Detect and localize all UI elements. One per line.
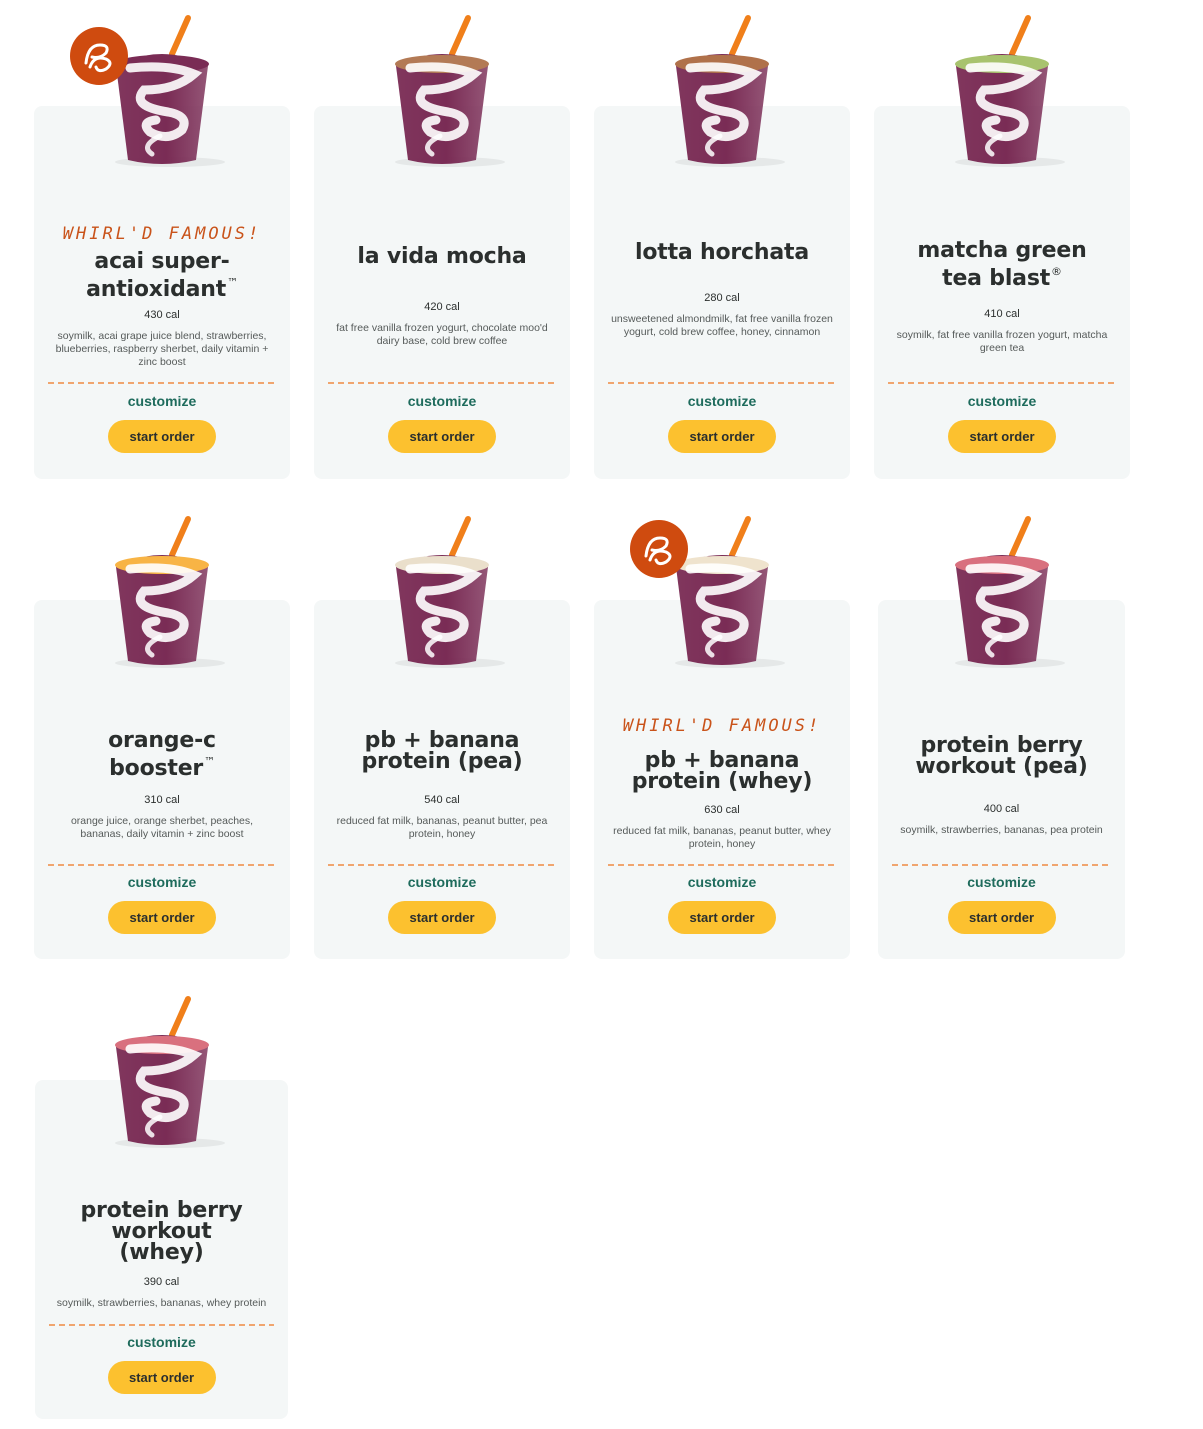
product-card: orange-c booster™ 310 cal orange juice, ora…	[34, 516, 290, 959]
dashed-divider	[892, 864, 1111, 866]
ingredients-text: soymilk, strawberries, bananas, whey pro…	[56, 1297, 267, 1309]
dashed-divider	[48, 382, 276, 384]
dashed-divider	[48, 864, 276, 866]
calorie-count: 390 cal	[143, 1276, 180, 1288]
product-card: la vida mocha 420 cal fat free vanilla fro…	[314, 15, 570, 479]
ingredients-text: reduced fat milk, bananas, peanut butter…	[613, 825, 831, 850]
product-title[interactable]: protein berry workout (whey)	[47, 1200, 276, 1264]
start-order-button[interactable]: start order	[388, 420, 496, 453]
product-card: WHIRL'D FAMOUS! pb + banana protein (whey)…	[594, 516, 850, 959]
start-order-button[interactable]: start order	[108, 901, 216, 934]
calorie-count: 430 cal	[144, 309, 180, 321]
product-title[interactable]: matcha green tea blast®	[886, 240, 1118, 290]
product-card: protein berry workout (pea) 400 cal soymilk…	[878, 516, 1125, 959]
whirl-logo-badge-icon	[630, 520, 688, 578]
ingredients-text: unsweetened almondmilk, fat free vanilla…	[611, 313, 833, 338]
ingredients-text: orange juice, orange sherbet, peaches, b…	[70, 815, 254, 840]
ingredients-text: soymilk, acai grape juice blend, strawbe…	[55, 330, 269, 368]
product-title[interactable]: la vida mocha	[326, 246, 558, 268]
dashed-divider	[328, 382, 556, 384]
dashed-divider	[328, 864, 556, 866]
smoothie-cup-image[interactable]	[670, 15, 785, 167]
product-title[interactable]: lotta horchata	[606, 242, 838, 264]
dashed-divider	[608, 382, 836, 384]
whirld-famous-label: WHIRL'D FAMOUS!	[62, 224, 262, 244]
trademark-mark: ™	[227, 276, 238, 289]
whirld-famous-label: WHIRL'D FAMOUS!	[622, 716, 822, 736]
smoothie-cup-image[interactable]	[110, 516, 225, 668]
product-card: WHIRL'D FAMOUS! acai super-antioxidant™ 43…	[34, 15, 290, 479]
customize-link[interactable]: customize	[34, 874, 290, 890]
start-order-button[interactable]: start order	[108, 420, 216, 453]
start-order-button[interactable]: start order	[668, 420, 776, 453]
customize-link[interactable]: customize	[874, 393, 1130, 409]
customize-link[interactable]: customize	[594, 874, 850, 890]
calorie-count: 630 cal	[704, 804, 740, 816]
start-order-button[interactable]: start order	[107, 1361, 216, 1394]
product-title[interactable]: orange-c booster™	[46, 730, 278, 780]
start-order-button[interactable]: start order	[388, 901, 496, 934]
calorie-count: 420 cal	[424, 301, 460, 313]
smoothie-cup-image[interactable]	[110, 996, 225, 1148]
dashed-divider	[49, 1324, 274, 1326]
product-title[interactable]: pb + banana protein (pea)	[326, 730, 558, 773]
customize-link[interactable]: customize	[314, 393, 570, 409]
ingredients-text: reduced fat milk, bananas, peanut butter…	[336, 815, 548, 840]
product-card: lotta horchata 280 cal unsweetened almondm…	[594, 15, 850, 479]
product-card: matcha green tea blast® 410 cal soymilk, fa…	[874, 15, 1130, 479]
start-order-button[interactable]: start order	[948, 420, 1056, 453]
product-card: protein berry workout (whey) 390 cal soymilk…	[35, 996, 288, 1419]
smoothie-cup-image[interactable]	[950, 15, 1065, 167]
product-title[interactable]: acai super-antioxidant™	[46, 251, 278, 301]
calorie-count: 400 cal	[983, 803, 1020, 815]
customize-link[interactable]: customize	[34, 393, 290, 409]
calorie-count: 310 cal	[144, 794, 180, 806]
calorie-count: 410 cal	[984, 308, 1020, 320]
whirl-logo-badge-icon	[70, 27, 128, 85]
product-title[interactable]: pb + banana protein (whey)	[606, 750, 838, 793]
product-card: pb + banana protein (pea) 540 cal reduced f…	[314, 516, 570, 959]
trademark-mark: ™	[204, 755, 215, 768]
ingredients-text: soymilk, fat free vanilla frozen yogurt,…	[896, 329, 1108, 354]
customize-link[interactable]: customize	[594, 393, 850, 409]
dashed-divider	[888, 382, 1116, 384]
smoothie-cup-image[interactable]	[390, 516, 505, 668]
dashed-divider	[608, 864, 836, 866]
product-title[interactable]: protein berry workout (pea)	[890, 735, 1113, 778]
smoothie-cup-image[interactable]	[390, 15, 505, 167]
calorie-count: 540 cal	[424, 794, 460, 806]
start-order-button[interactable]: start order	[668, 901, 776, 934]
calorie-count: 280 cal	[704, 292, 740, 304]
trademark-mark: ®	[1051, 265, 1062, 278]
customize-link[interactable]: customize	[878, 874, 1125, 890]
ingredients-text: fat free vanilla frozen yogurt, chocolat…	[336, 322, 548, 347]
customize-link[interactable]: customize	[314, 874, 570, 890]
customize-link[interactable]: customize	[35, 1334, 288, 1350]
smoothie-cup-image[interactable]	[950, 516, 1065, 668]
start-order-button[interactable]: start order	[947, 901, 1056, 934]
ingredients-text: soymilk, strawberries, bananas, pea prot…	[900, 824, 1103, 836]
